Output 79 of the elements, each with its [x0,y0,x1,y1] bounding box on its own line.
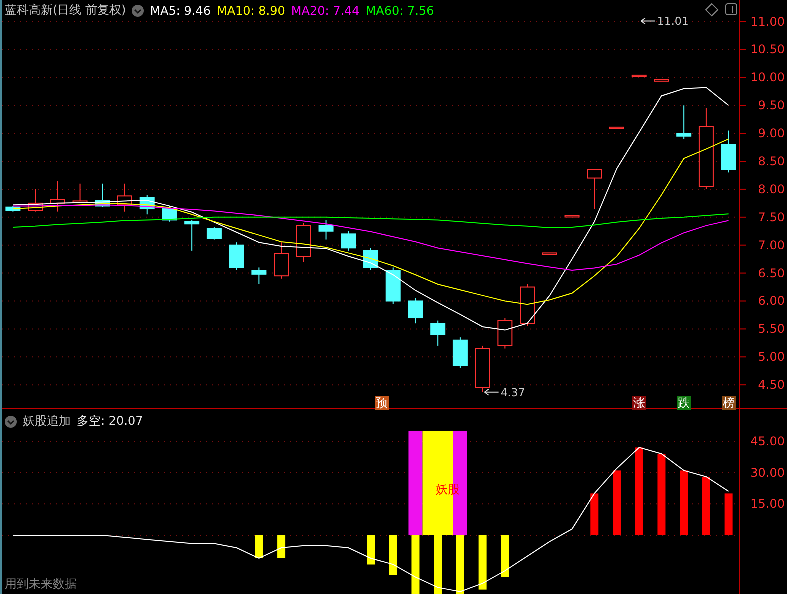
indicator-bar [278,535,286,558]
candlestick [229,242,244,271]
moving-average-legend: MA60: 7.56 [366,4,434,18]
indicator-bar [702,476,710,536]
signal-tag: 榜 [722,396,736,410]
candlestick [498,318,513,350]
indicator-bar [389,535,398,576]
signal-tag: 预 [375,396,390,410]
candlestick [140,194,155,216]
panel-toggle-icon[interactable] [726,4,738,16]
price-axis-label: 8.50 [758,154,785,169]
moving-average-legend: MA10: 8.90 [216,4,286,18]
candlestick [564,215,580,218]
dropdown-icon[interactable] [132,4,144,16]
price-axis-label: 6.50 [758,266,785,280]
candlestick [318,220,334,240]
leader-arrow [484,388,500,396]
price-axis-label: 4.50 [758,378,785,392]
candlestick [430,320,446,346]
footer-note: 用到未来数据 [5,576,77,593]
price-axis-label: 11.00 [750,14,785,29]
candlestick [28,188,44,212]
candlestick [408,298,424,324]
indicator-axis-label: 15.00 [750,497,785,512]
candlestick [341,230,356,252]
candlestick [542,252,558,256]
candlestick [386,267,401,305]
candlestick [50,180,66,212]
moving-average-legend: MA20: 7.44 [291,4,360,18]
indicator-bar [255,535,264,558]
candlestick [72,183,88,204]
candlestick [296,222,312,263]
candlestick [162,206,178,222]
candlestick [676,105,692,140]
indicator-title: 妖股追加 [23,413,71,430]
price-axis-label: 5.50 [758,322,785,336]
price-axis-label: 6.00 [758,294,785,308]
price-axis-label: 7.00 [758,238,785,252]
candlestick [6,206,21,212]
indicator-axis-label: 30.00 [750,466,785,480]
indicator-bar [367,535,375,565]
candlestick [654,79,670,82]
indicator-bar [501,535,510,578]
signal-tag: 跌 [677,396,692,410]
candlestick [475,345,490,393]
price-annotation: 4.37 [500,386,526,400]
candlestick [118,183,132,212]
candlestick [520,284,536,327]
candlestick [721,130,736,174]
indicator-bar [613,470,621,536]
price-axis-label: 8.00 [758,182,785,196]
indicator-bar [724,494,733,536]
leader-arrow [640,18,656,25]
candlestick [632,74,647,78]
indicator-bar [680,470,688,536]
candlestick [184,220,200,252]
indicator-bar [590,494,599,536]
price-axis-label: 9.50 [758,98,785,113]
indicator-axis-label: 45.00 [750,434,785,448]
candlestick [587,169,602,210]
price-axis-label: 9.00 [758,126,785,141]
price-axis-label: 5.00 [758,350,785,364]
price-axis-label: 10.50 [750,42,785,57]
indicator-bar [478,535,487,590]
price-annotation: 11.01 [657,15,689,28]
dropdown-icon[interactable] [5,416,17,428]
stock-title: 蓝科高新(日线 前复权) [5,2,126,19]
price-axis-label: 10.00 [750,70,785,85]
candlestick [206,226,222,240]
price-axis-label: 7.50 [758,210,785,224]
indicator-reading: 多空: 20.07 [77,413,144,430]
candlestick [452,337,468,369]
candlestick [252,267,267,285]
signal-tag: 涨 [632,396,646,410]
diamond-icon[interactable] [705,3,719,17]
candlestick [274,242,290,280]
candlestick [610,126,624,130]
moving-average-legend: MA5: 9.46 [150,4,211,18]
candlestick [95,183,110,208]
